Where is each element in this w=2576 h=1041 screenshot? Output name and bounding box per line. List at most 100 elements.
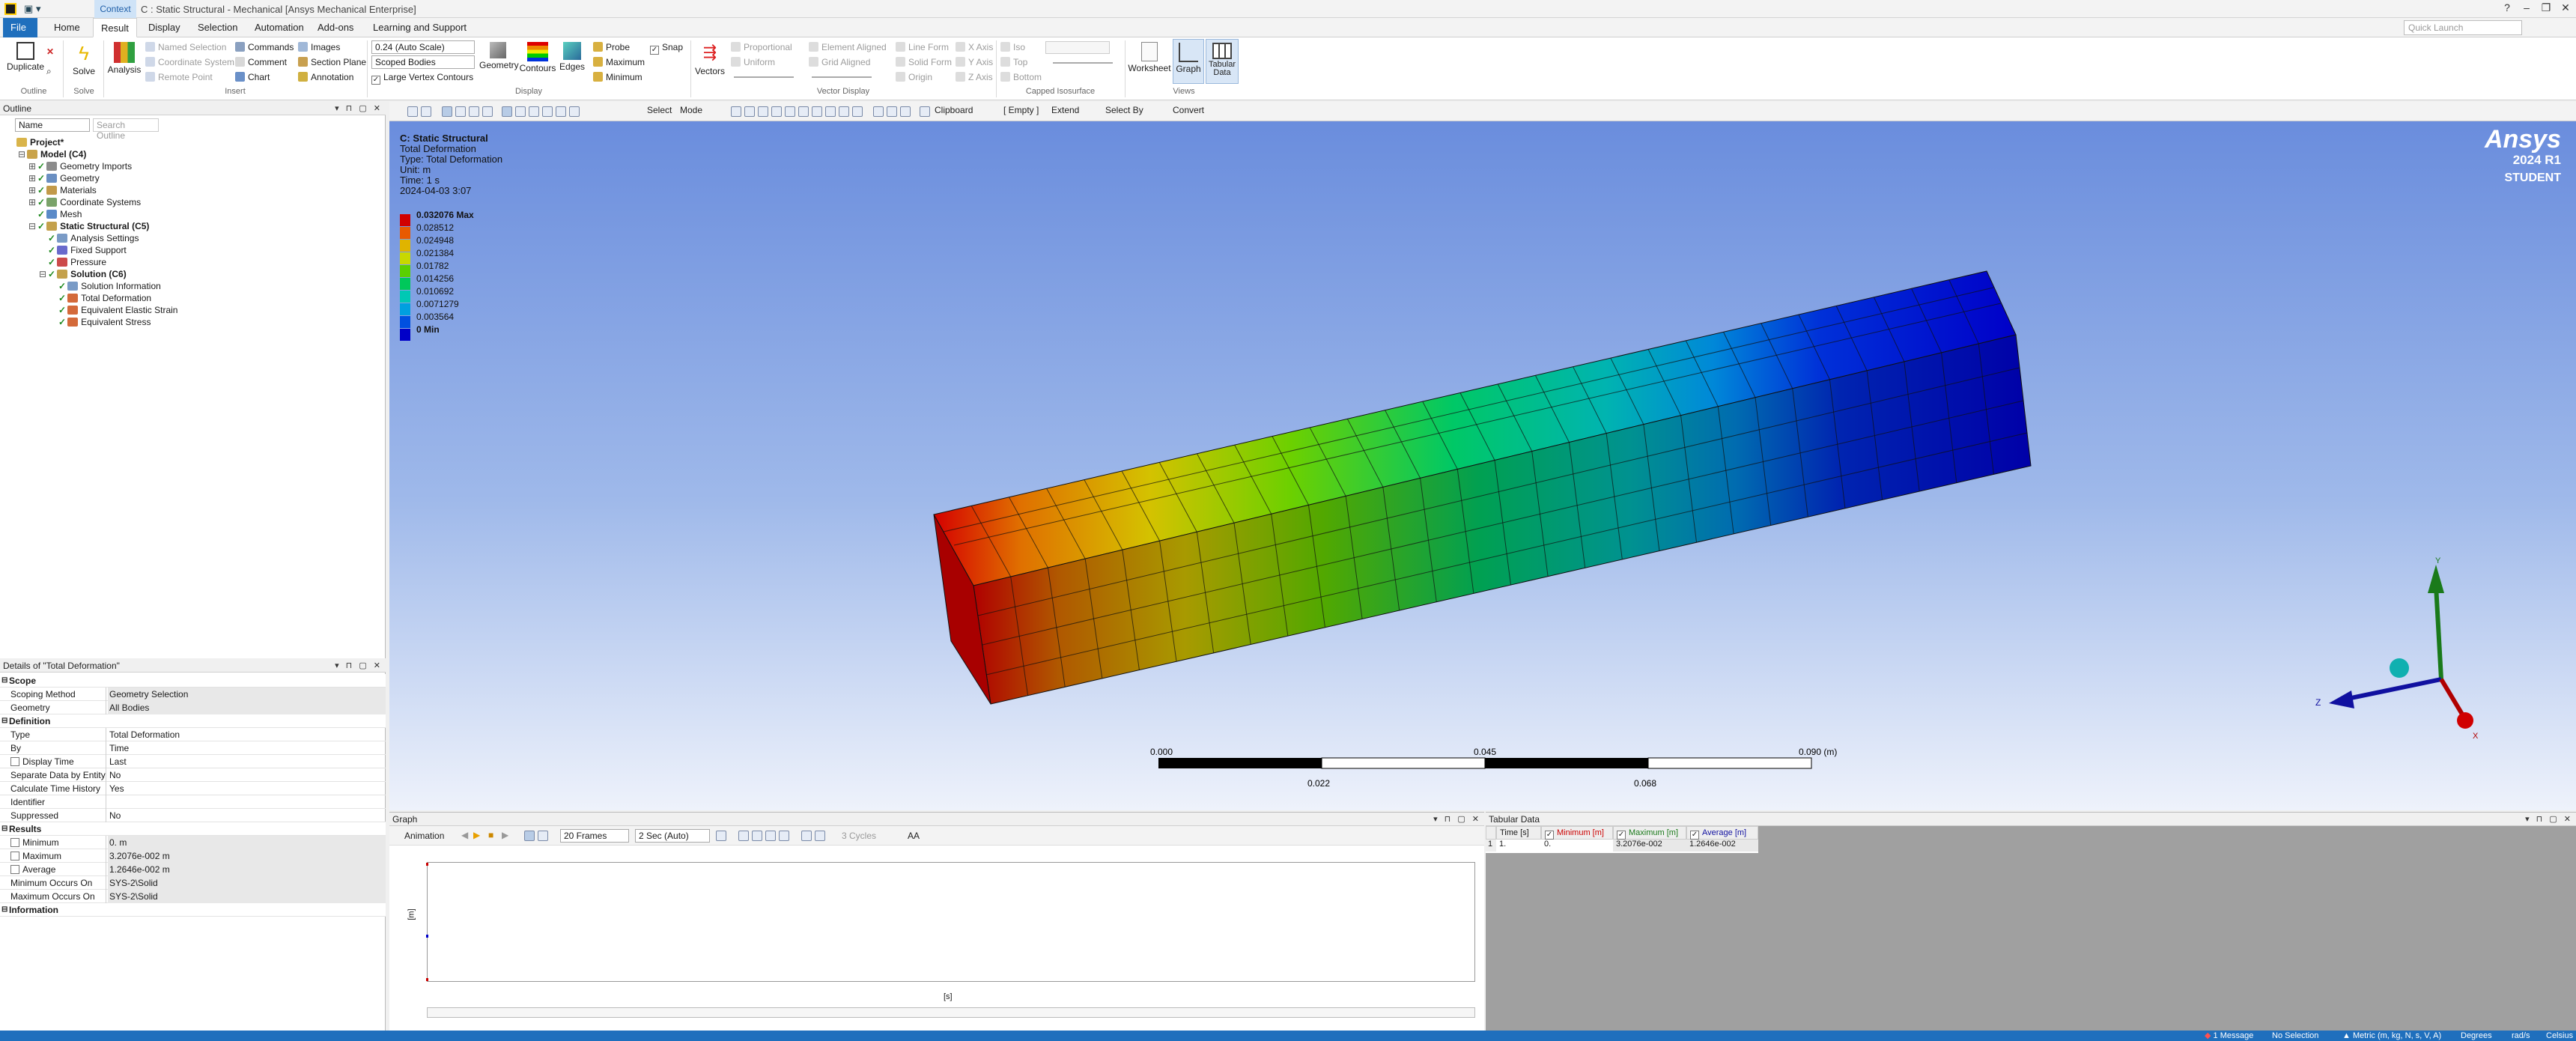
select-bodies-icon[interactable] — [771, 106, 782, 117]
show-all-icon[interactable] — [873, 106, 884, 117]
select-vertices-icon[interactable] — [731, 106, 741, 117]
outline-filter-combo[interactable]: Name — [15, 118, 90, 132]
outline-tree-item[interactable]: ✓ Analysis Settings — [39, 232, 139, 244]
details-row[interactable]: Type Total Deformation — [0, 728, 386, 741]
unit-system[interactable]: ▲ Metric (m, kg, N, s, V, A) — [2342, 1031, 2441, 1041]
axis-icon[interactable] — [779, 831, 789, 841]
details-row[interactable]: Separate Data by Entity No — [0, 768, 386, 782]
frames-combo[interactable]: 20 Frames — [560, 829, 629, 843]
select-edge-icon[interactable] — [469, 106, 479, 117]
expand-toggle-icon[interactable]: ⊞ — [28, 184, 37, 196]
pan-icon[interactable] — [515, 106, 526, 117]
details-value[interactable]: 1.2646e-002 m — [108, 863, 386, 876]
geometry-display-button[interactable]: Geometry — [479, 42, 519, 70]
details-value[interactable]: 3.2076e-002 m — [108, 849, 386, 863]
select-nodes-icon[interactable] — [785, 106, 795, 117]
select-element-faces-icon[interactable] — [812, 106, 822, 117]
details-row[interactable]: Maximum Occurs On SYS-2\Solid — [0, 890, 386, 903]
distributed-frames-icon[interactable] — [524, 831, 535, 841]
explode-icon[interactable] — [900, 106, 911, 117]
clipboard-icon[interactable] — [920, 106, 930, 117]
temperature-units[interactable]: Celsius — [2546, 1031, 2573, 1041]
coordinate-triad[interactable]: Y Z X — [2315, 556, 2479, 741]
coordinate-system-button[interactable]: Coordinate System — [145, 55, 234, 69]
details-value[interactable]: Last — [108, 755, 386, 768]
outline-tree-item[interactable]: ✓ Mesh — [28, 208, 82, 220]
zoom-fit-icon[interactable] — [407, 106, 418, 117]
quick-launch-input[interactable]: Quick Launch — [2404, 20, 2522, 35]
graph-view-button[interactable]: Graph — [1173, 39, 1204, 84]
table-cell[interactable]: 3.2076e-002 — [1613, 840, 1686, 852]
remote-point-button[interactable]: Remote Point — [145, 70, 213, 84]
element-aligned-button[interactable]: Element Aligned — [809, 40, 887, 54]
antialias-button[interactable]: AA — [908, 831, 920, 841]
uniform-button[interactable]: Uniform — [731, 55, 775, 69]
parameter-checkbox[interactable] — [10, 838, 19, 847]
proportional-button[interactable]: Proportional — [731, 40, 792, 54]
previous-frame-icon[interactable]: ◀ — [461, 830, 468, 840]
zoom-out-icon[interactable] — [556, 106, 566, 117]
maximum-button[interactable]: Maximum — [593, 55, 645, 69]
tab-learning-support[interactable]: Learning and Support — [365, 18, 474, 37]
minimum-button[interactable]: Minimum — [593, 70, 643, 84]
outline-tree-item[interactable]: ✓ Pressure — [39, 256, 106, 268]
collapse-icon[interactable]: ⊟ — [1, 674, 7, 688]
snap-checkbox[interactable]: ✓ Snap — [650, 40, 683, 55]
iso-value-input[interactable] — [1045, 41, 1110, 54]
close-button[interactable]: ✕ — [2557, 1, 2575, 14]
zoom-box-icon[interactable] — [421, 106, 431, 117]
details-section[interactable]: ⊟ Scope — [0, 674, 386, 688]
delete-icon[interactable]: ✕ — [46, 45, 54, 58]
list-alt-icon[interactable] — [815, 831, 825, 841]
select-by-dropdown[interactable]: Select By — [1105, 105, 1143, 115]
expand-toggle-icon[interactable]: ⊞ — [28, 160, 37, 172]
parameter-checkbox[interactable] — [10, 865, 19, 874]
expand-toggle-icon[interactable]: ⊟ — [39, 268, 48, 280]
details-value[interactable]: Yes — [108, 782, 386, 795]
table-cell[interactable]: 1.2646e-002 — [1686, 840, 1758, 852]
outline-tree-item[interactable]: ⊟ Model (C4) — [18, 148, 86, 160]
select-faces-icon[interactable] — [758, 106, 768, 117]
details-value[interactable]: SYS-2\Solid — [108, 876, 386, 890]
expand-toggle-icon[interactable]: ⊞ — [28, 196, 37, 208]
outline-tree-item[interactable]: ⊞ ✓ Geometry Imports — [28, 160, 132, 172]
panel-controls-icon[interactable]: ▾ ⊓ ▢ ✕ — [335, 659, 383, 673]
tabular-table[interactable]: Time [s] ✓ Minimum [m] ✓ Maximum [m] ✓ Aver… — [1486, 826, 1758, 853]
iso-slider[interactable] — [1053, 62, 1113, 64]
select-vertex-icon[interactable] — [482, 106, 493, 117]
list-icon[interactable] — [801, 831, 812, 841]
x-axis-button[interactable]: X Axis — [956, 40, 993, 54]
origin-button[interactable]: Origin — [896, 70, 932, 84]
outline-tree-item[interactable]: ✓ Fixed Support — [39, 244, 127, 256]
zoom-graph-icon[interactable] — [738, 831, 749, 841]
details-row[interactable]: Identifier — [0, 795, 386, 809]
select-elements-icon[interactable] — [798, 106, 809, 117]
details-row[interactable]: By Time — [0, 741, 386, 755]
select-edges-icon[interactable] — [744, 106, 755, 117]
outline-tree-item[interactable]: Project* — [7, 136, 64, 148]
next-frame-icon[interactable]: ▶ — [502, 830, 508, 840]
play-icon[interactable]: ▶ — [473, 830, 480, 840]
annotation-button[interactable]: Annotation — [298, 70, 353, 84]
scale-combo[interactable]: 0.24 (Auto Scale) — [371, 40, 475, 54]
outline-tree-item[interactable]: ⊟ ✓ Solution (C6) — [39, 268, 127, 280]
analysis-button[interactable]: Analysis — [106, 42, 142, 75]
tab-automation[interactable]: Automation — [247, 18, 312, 37]
expand-toggle-icon[interactable]: ⊞ — [28, 172, 37, 184]
details-row[interactable]: Minimum Occurs On SYS-2\Solid — [0, 876, 386, 890]
cycles-button[interactable]: 3 Cycles — [842, 831, 876, 841]
details-row[interactable]: Average 1.2646e-002 m — [0, 863, 386, 876]
outline-tree-item[interactable]: ⊞ ✓ Materials — [28, 184, 97, 196]
tab-add-ons[interactable]: Add-ons — [310, 18, 361, 37]
commands-button[interactable]: Commands — [235, 40, 294, 54]
tab-display[interactable]: Display — [141, 18, 188, 37]
collapse-icon[interactable]: ⊟ — [1, 822, 7, 836]
solve-button[interactable]: ϟ Solve — [67, 42, 100, 76]
context-tab[interactable]: Context — [94, 0, 136, 18]
contours-button[interactable]: Contours — [518, 42, 557, 73]
outline-tree-item[interactable]: ✓ Equivalent Stress — [49, 316, 151, 328]
edges-button[interactable]: Edges — [557, 42, 587, 72]
named-selection-button[interactable]: Named Selection — [145, 40, 226, 54]
mesh-select-icon[interactable] — [839, 106, 849, 117]
probe-button[interactable]: Probe — [593, 40, 630, 54]
